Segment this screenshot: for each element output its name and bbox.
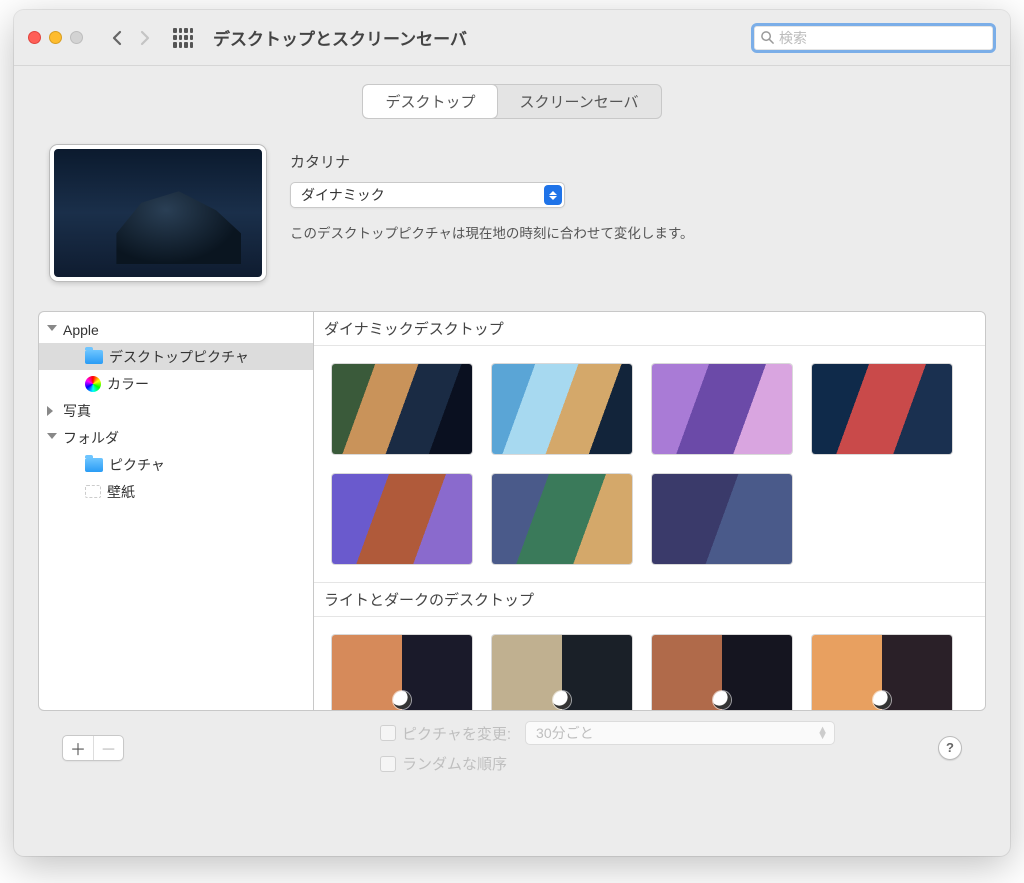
lightdark-icon [873,691,891,709]
wallpaper-thumb[interactable] [492,364,632,454]
search-field[interactable] [751,23,996,53]
lightdark-icon [553,691,571,709]
section-header-dynamic: ダイナミックデスクトップ [314,312,985,346]
chevron-right-icon [47,406,57,416]
sidebar-label-colors: カラー [107,374,149,394]
wallpaper-thumb[interactable] [492,635,632,711]
add-remove-control: ＋ － [62,735,124,761]
change-picture-label: ピクチャを変更: [402,723,511,744]
titlebar: デスクトップとスクリーンセーバ [14,10,1010,66]
wallpaper-preview [50,145,266,281]
close-button[interactable] [28,31,41,44]
tab-desktop[interactable]: デスクトップ [363,85,497,118]
sidebar-item-pictures[interactable]: ピクチャ [39,451,313,478]
wallpaper-thumb[interactable] [332,364,472,454]
sidebar-item-colors[interactable]: カラー [39,370,313,397]
lightdark-icon [713,691,731,709]
tab-segmented-control: デスクトップ スクリーンセーバ [362,84,661,119]
wallpaper-mode-select[interactable]: ダイナミック [290,182,565,208]
zoom-button [70,31,83,44]
minimize-button[interactable] [49,31,62,44]
search-icon [760,30,775,45]
add-folder-button[interactable]: ＋ [63,736,93,760]
change-picture-checkbox [380,725,396,741]
sidebar-item-desktop-pictures[interactable]: デスクトップピクチャ [39,343,313,370]
help-button[interactable]: ? [938,736,962,760]
chevron-down-icon [47,325,57,335]
back-button[interactable] [103,24,131,52]
chevron-updown-icon [544,185,562,205]
wallpaper-thumb[interactable] [812,364,952,454]
color-wheel-icon [85,376,101,392]
section-header-lightdark: ライトとダークのデスクトップ [314,582,985,617]
wallpaper-thumb[interactable] [332,474,472,564]
show-all-icon[interactable] [173,28,193,48]
wallpaper-thumb[interactable] [652,474,792,564]
forward-button [131,24,159,52]
tab-screensaver[interactable]: スクリーンセーバ [497,85,660,118]
wallpaper-mode-value: ダイナミック [301,185,385,205]
sidebar-label-apple: Apple [63,322,99,338]
wallpaper-thumb[interactable] [652,635,792,711]
wallpaper-grid[interactable]: ダイナミックデスクトップ ライトとダークのデスクトップ [313,311,986,711]
lightdark-icon [393,691,411,709]
footer: ＋ － ピクチャを変更: 30分ごと ▲▼ ランダムな順序 [38,711,986,774]
wallpaper-thumb[interactable] [652,364,792,454]
search-input[interactable] [779,30,987,46]
chevron-updown-icon: ▲▼ [817,727,828,739]
window-title: デスクトップとスクリーンセーバ [213,25,751,50]
sidebar-label-folders: フォルダ [63,428,119,448]
wallpaper-name: カタリナ [290,151,986,172]
sidebar-label-pictures: ピクチャ [109,455,165,475]
folder-icon [85,350,103,364]
sidebar-label-desktop-pictures: デスクトップピクチャ [109,347,249,367]
random-order-checkbox [380,756,396,772]
preferences-window: デスクトップとスクリーンセーバ デスクトップ スクリーンセーバ カタリナ ダイナ… [14,10,1010,856]
source-sidebar: Apple デスクトップピクチャ カラー 写真 フォルダ [38,311,313,711]
generic-folder-icon [85,485,101,498]
chevron-down-icon [47,433,57,443]
sidebar-label-wallpaper-folder: 壁紙 [107,482,135,502]
sidebar-label-photos: 写真 [63,401,91,421]
random-order-label: ランダムな順序 [402,753,507,774]
window-controls [28,31,83,44]
change-interval-select: 30分ごと ▲▼ [525,721,835,745]
remove-folder-button: － [93,736,123,760]
folder-icon [85,458,103,472]
wallpaper-thumb[interactable] [492,474,632,564]
sidebar-item-folders[interactable]: フォルダ [39,424,313,451]
sidebar-item-wallpaper-folder[interactable]: 壁紙 [39,478,313,505]
sidebar-item-apple[interactable]: Apple [39,316,313,343]
wallpaper-thumb[interactable] [332,635,472,711]
change-interval-value: 30分ごと [536,723,594,743]
wallpaper-thumb[interactable] [812,635,952,711]
wallpaper-description: このデスクトップピクチャは現在地の時刻に合わせて変化します。 [290,222,986,242]
sidebar-item-photos[interactable]: 写真 [39,397,313,424]
